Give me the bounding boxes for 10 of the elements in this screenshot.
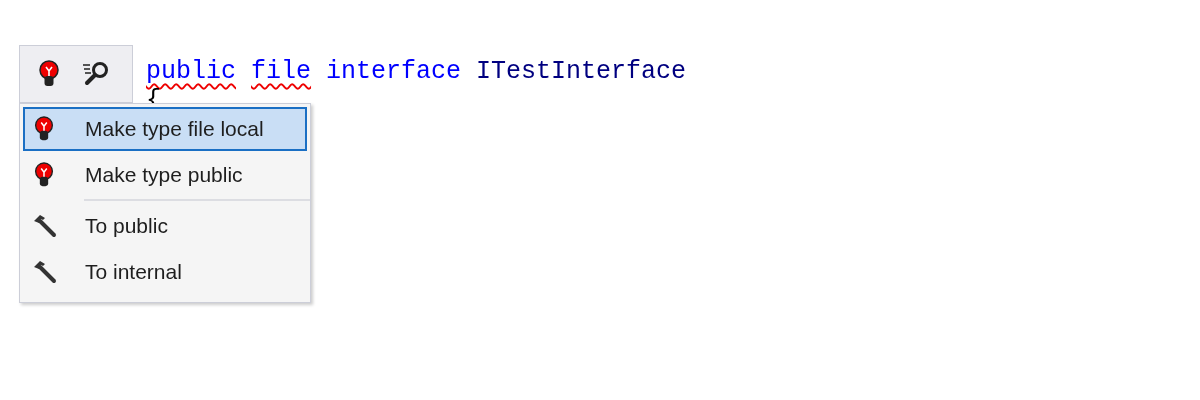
code-token: interface <box>326 57 462 86</box>
menu-item[interactable]: To public <box>23 204 307 248</box>
menu-item[interactable]: To internal <box>23 250 307 294</box>
code-token: public <box>146 57 236 86</box>
search-icon[interactable] <box>82 61 110 87</box>
menu-item[interactable]: Make type public <box>23 153 307 197</box>
code-token: file <box>251 57 312 86</box>
lightbulb-icon[interactable] <box>38 60 60 88</box>
code-token: ITestInterface <box>476 57 687 86</box>
menu-item[interactable]: Make type file local <box>23 107 307 151</box>
